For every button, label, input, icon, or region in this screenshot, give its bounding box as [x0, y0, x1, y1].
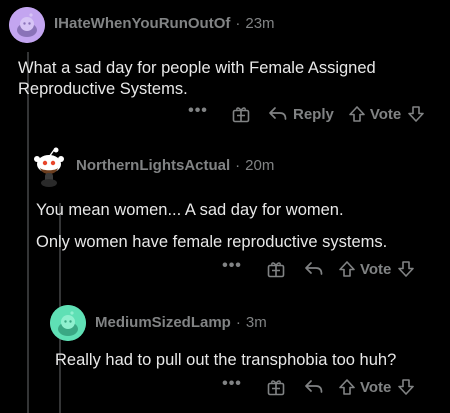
comment-meta: MediumSizedLamp · 3m: [95, 314, 267, 331]
comment-actions: ••• Vote: [221, 376, 415, 398]
downvote-arrow-icon: [398, 261, 415, 277]
upvote-arrow-icon: [339, 261, 355, 277]
comment-body: What a sad day for people with Female As…: [18, 58, 376, 100]
reply-arrow-icon: [305, 380, 323, 393]
reply-arrow-icon: [305, 262, 323, 275]
award-icon: [267, 380, 285, 396]
thread-line-root: [27, 52, 29, 413]
comment-age: 23m: [245, 15, 275, 32]
username[interactable]: MediumSizedLamp: [95, 314, 231, 331]
comment-age: 20m: [245, 157, 275, 174]
comment-actions: ••• Reply Vote: [187, 103, 425, 125]
reply-label: Reply: [293, 105, 334, 123]
award-icon: [267, 262, 285, 278]
comment-line: What a sad day for people with Female As…: [18, 59, 376, 77]
comment-line: You mean women... A sad day for women.: [36, 201, 344, 219]
comment-age: 3m: [245, 314, 267, 331]
username[interactable]: IHateWhenYouRunOutOf: [54, 15, 230, 32]
comment-meta: IHateWhenYouRunOutOf · 23m: [54, 15, 275, 32]
comment-meta: NorthernLightsActual · 20m: [76, 157, 274, 174]
upvote-button[interactable]: [338, 260, 356, 278]
meta-separator: ·: [235, 157, 241, 174]
award-button[interactable]: [231, 104, 251, 124]
award-icon: [232, 107, 250, 123]
comment-line: Reproductive Systems.: [18, 80, 188, 98]
vote-count-label: Vote: [360, 260, 392, 278]
vote-count-label: Vote: [369, 105, 402, 123]
snoo-avatar-icon: [34, 147, 64, 187]
comment-body: Only women have female reproductive syst…: [36, 232, 387, 253]
downvote-arrow-icon: [398, 379, 415, 395]
award-button[interactable]: [266, 259, 286, 279]
more-options-button[interactable]: •••: [187, 103, 209, 119]
avatar[interactable]: [50, 305, 86, 341]
username[interactable]: NorthernLightsActual: [76, 157, 230, 174]
more-options-button[interactable]: •••: [221, 376, 243, 392]
award-button[interactable]: [266, 377, 286, 397]
comment-actions: ••• Vote: [221, 258, 415, 280]
downvote-arrow-icon: [408, 106, 425, 122]
downvote-button[interactable]: [397, 378, 415, 396]
reply-button[interactable]: [304, 379, 324, 395]
more-options-button[interactable]: •••: [221, 258, 243, 274]
avatar[interactable]: [30, 145, 68, 187]
meta-separator: ·: [235, 15, 241, 32]
reply-button[interactable]: [304, 261, 324, 277]
upvote-arrow-icon: [339, 379, 355, 395]
avatar[interactable]: [9, 7, 45, 43]
upvote-button[interactable]: [348, 105, 366, 123]
reply-arrow-icon: [269, 107, 287, 120]
comment-body: You mean women... A sad day for women.: [36, 200, 344, 221]
downvote-button[interactable]: [407, 105, 425, 123]
downvote-button[interactable]: [397, 260, 415, 278]
meta-separator: ·: [235, 314, 241, 331]
reply-button[interactable]: Reply: [268, 106, 334, 123]
snoo-avatar-icon: [50, 305, 86, 341]
snoo-avatar-icon: [9, 7, 45, 43]
upvote-button[interactable]: [338, 378, 356, 396]
vote-count-label: Vote: [360, 378, 392, 396]
comment-line: Only women have female reproductive syst…: [36, 233, 388, 251]
comment-line: Really had to pull out the transphobia t…: [55, 351, 397, 369]
comment-body: Really had to pull out the transphobia t…: [55, 350, 396, 371]
upvote-arrow-icon: [349, 106, 365, 122]
